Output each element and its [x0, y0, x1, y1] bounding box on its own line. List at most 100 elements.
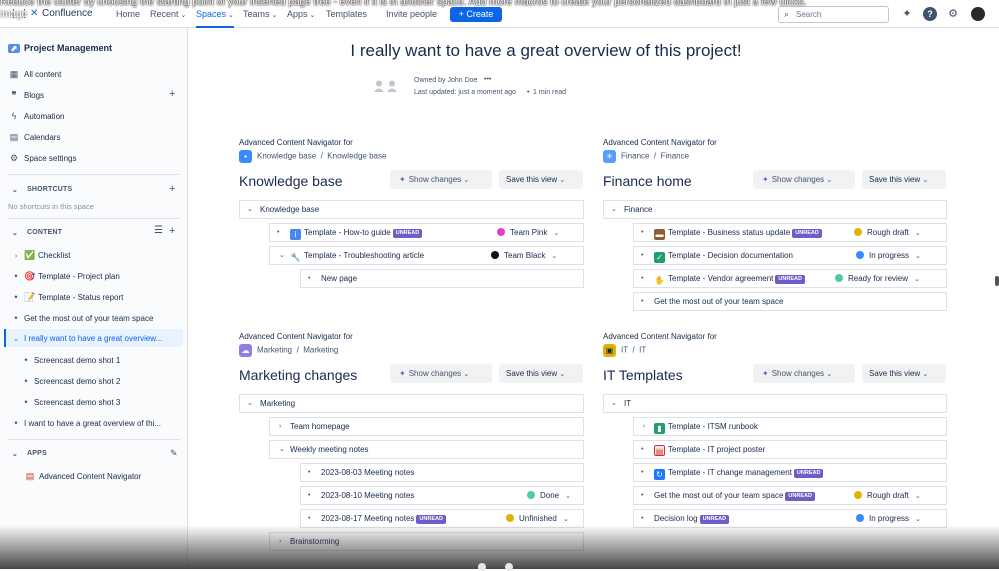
close-icon[interactable] — [505, 563, 513, 571]
confluence-logo-icon[interactable]: ✕ — [30, 8, 38, 19]
tree-root-row[interactable]: ⌄ Knowledge base — [239, 200, 584, 219]
sidebar-item-all-content[interactable]: ▦ All content — [8, 69, 62, 80]
table-row[interactable]: • ✓ Template - Decision documentation In pr… — [633, 246, 947, 265]
table-row[interactable]: ⌄ 🔧 Template - Troubleshooting article Team… — [269, 246, 584, 265]
nav-apps[interactable]: Apps ⌄ — [287, 9, 315, 19]
scrollbar-thumb[interactable] — [995, 276, 999, 286]
sidebar-item-blogs[interactable]: ❞ Blogs — [8, 90, 44, 101]
breadcrumb-space[interactable]: Marketing — [257, 346, 292, 355]
minus-icon[interactable] — [478, 563, 486, 571]
show-changes-button[interactable]: ✦ Show changes ⌄ — [390, 364, 492, 383]
tree-item-team-space[interactable]: • Get the most out of your team space — [12, 313, 153, 323]
tree-item-current-page[interactable]: ⌄ I really want to have a great overview.… — [12, 334, 162, 343]
tree-item-screencast-1[interactable]: • Screencast demo shot 1 — [22, 355, 120, 365]
tree-item-checklist[interactable]: › ✅ Checklist — [12, 250, 71, 261]
table-row[interactable]: • ✋ Template - Vendor agreement UNREAD Ready… — [633, 269, 947, 288]
create-button[interactable]: + Create — [450, 7, 502, 22]
table-row[interactable]: • 2023-08-03 Meeting notes — [300, 463, 584, 482]
breadcrumb-space[interactable]: Finance — [621, 152, 649, 161]
save-view-button[interactable]: Save this view ⌄ — [499, 364, 583, 383]
table-row[interactable]: • ↻ Template - IT change management UNREAD — [633, 463, 947, 482]
nav-recent[interactable]: Recent ⌄ — [150, 9, 186, 19]
page-owner[interactable]: Owned by John Doe — [414, 77, 477, 84]
table-row[interactable]: ⌄ Weekly meeting notes — [269, 440, 584, 459]
status-badge[interactable]: In progress ⌄ — [856, 510, 921, 528]
tree-root-row[interactable]: ⌄ IT — [603, 394, 947, 413]
table-row[interactable]: • 2023-08-10 Meeting notes Done ⌄ — [300, 486, 584, 505]
table-row[interactable]: • Get the most out of your team space UNRE… — [633, 486, 947, 505]
sidebar-item-space-settings[interactable]: ⚙ Space settings — [8, 153, 77, 164]
tree-root-row[interactable]: ⌄ Finance — [603, 200, 947, 219]
app-item-acn[interactable]: ▤ Advanced Content Navigator — [25, 471, 142, 482]
breadcrumb-page[interactable]: Finance — [661, 152, 689, 161]
unread-badge: UNREAD — [416, 515, 446, 524]
row-label: Get the most out of your team space — [654, 491, 784, 500]
avatar[interactable] — [971, 7, 985, 21]
sidebar-item-calendars[interactable]: ▤ Calendars — [8, 132, 61, 143]
tree-item-status-report[interactable]: • 📝 Template - Status report — [12, 292, 123, 303]
nav-spaces[interactable]: Spaces ⌄ — [196, 9, 234, 19]
tree-item-screencast-2[interactable]: • Screencast demo shot 2 — [22, 376, 120, 386]
status-badge[interactable]: Ready for review ⌄ — [835, 270, 920, 288]
status-badge[interactable]: In progress ⌄ — [856, 247, 921, 265]
status-badge[interactable]: Unfinished ⌄ — [506, 510, 569, 528]
sidebar-item-automation[interactable]: ϟ Automation — [8, 111, 65, 121]
breadcrumb-page[interactable]: Knowledge base — [327, 152, 386, 161]
gear-icon[interactable]: ⚙ — [946, 7, 960, 21]
add-blog-plus-icon[interactable]: + — [169, 88, 175, 100]
tree-item-project-plan[interactable]: • 🎯 Template - Project plan — [12, 271, 119, 282]
unread-badge: UNREAD — [785, 492, 815, 501]
tree-item-overview-copy[interactable]: • I want to have a great overview of thi.… — [12, 418, 161, 428]
search-input[interactable]: ⌕ Search — [778, 6, 889, 23]
breadcrumb-page[interactable]: Marketing — [303, 346, 338, 355]
tree-root-row[interactable]: ⌄ Marketing — [239, 394, 584, 413]
invite-people-button[interactable]: Invite people — [386, 9, 437, 19]
edit-pencil-icon[interactable]: ✎ — [170, 448, 178, 459]
table-row[interactable]: • Decision log UNREAD In progress ⌄ — [633, 509, 947, 528]
table-row[interactable]: › Team homepage — [269, 417, 584, 436]
nav-teams[interactable]: Teams ⌄ — [243, 9, 277, 19]
filter-icon[interactable]: ☰ — [154, 225, 163, 236]
breadcrumb-space[interactable]: Knowledge base — [257, 152, 316, 161]
nav-templates[interactable]: Templates — [326, 9, 367, 19]
table-row[interactable]: • ▬ Template - Business status update UNREA… — [633, 223, 947, 242]
chevron-down-icon: ⌄ — [922, 371, 929, 378]
table-row[interactable]: • 2023-08-17 Meeting notes UNREAD Unfinishe… — [300, 509, 584, 528]
status-badge[interactable]: Rough draft ⌄ — [854, 224, 921, 242]
chevron-down-icon[interactable]: ⌄ — [12, 229, 18, 237]
more-actions-icon[interactable]: ••• — [484, 76, 491, 83]
table-row[interactable]: • Get the most out of your team space — [633, 292, 947, 311]
tree-item-label: Template - Status report — [38, 293, 124, 302]
tree-item-screencast-3[interactable]: • Screencast demo shot 3 — [22, 397, 120, 407]
table-row[interactable]: • ▤ Template - IT project poster — [633, 440, 947, 459]
status-badge[interactable]: Done ⌄ — [527, 487, 571, 505]
save-view-button[interactable]: Save this view ⌄ — [862, 364, 946, 383]
app-switcher-icon[interactable]: ⋮⋮ — [8, 7, 30, 20]
help-icon[interactable]: ? — [923, 7, 937, 21]
table-row[interactable]: • New page — [300, 269, 584, 288]
status-badge[interactable]: Team Pink ⌄ — [497, 224, 559, 242]
brand-name[interactable]: Confluence — [42, 8, 93, 19]
show-changes-button[interactable]: ✦ Show changes ⌄ — [753, 170, 855, 189]
nav-home[interactable]: Home — [116, 9, 140, 19]
space-name[interactable]: ⬈ Project Management — [8, 43, 112, 53]
table-row[interactable]: › Brainstorming — [269, 532, 584, 551]
sidebar-item-label: Automation — [24, 112, 65, 121]
save-view-button[interactable]: Save this view ⌄ — [862, 170, 946, 189]
status-badge[interactable]: Rough draft ⌄ — [854, 487, 921, 505]
chevron-down-icon[interactable]: ⌄ — [12, 450, 18, 458]
show-changes-button[interactable]: ✦ Show changes ⌄ — [753, 364, 855, 383]
notifications-icon[interactable]: ✦ — [900, 7, 914, 21]
table-row[interactable]: › ▮ Template - ITSM runbook — [633, 417, 947, 436]
show-changes-button[interactable]: ✦ Show changes ⌄ — [390, 170, 492, 189]
add-shortcut-plus-icon[interactable]: + — [169, 183, 175, 195]
status-badge[interactable]: Team Black ⌄ — [491, 247, 557, 265]
add-content-plus-icon[interactable]: + — [169, 225, 175, 237]
breadcrumb-page[interactable]: IT — [639, 346, 646, 355]
table-row[interactable]: • i Template - How-to guide UNREAD Team Pink… — [269, 223, 584, 242]
chevron-down-icon[interactable]: ⌄ — [12, 186, 18, 194]
status-dot — [854, 228, 862, 236]
breadcrumb-separator: / — [316, 151, 328, 161]
save-view-button[interactable]: Save this view ⌄ — [499, 170, 583, 189]
breadcrumb-space[interactable]: IT — [621, 346, 628, 355]
